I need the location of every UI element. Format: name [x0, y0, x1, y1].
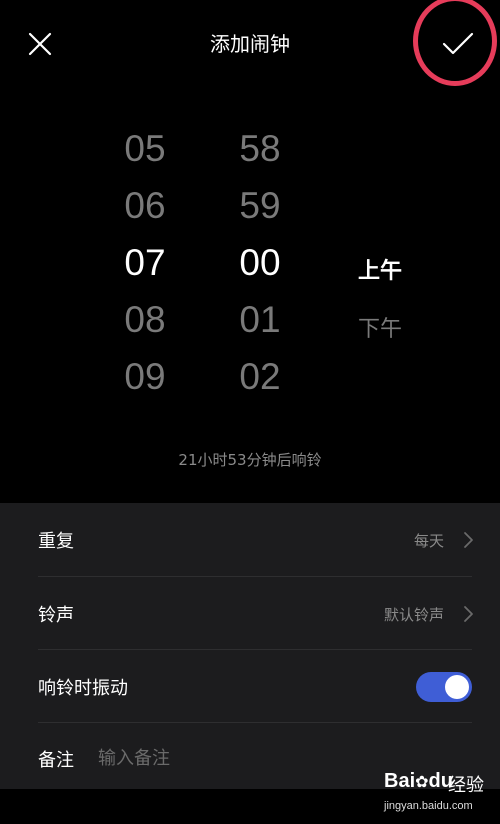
hour-option-selected[interactable]: 07	[95, 234, 195, 291]
minute-option[interactable]: 59	[210, 177, 310, 234]
am-pm-wheel[interactable]: 上午 下午	[345, 250, 415, 366]
minute-option[interactable]: 02	[210, 348, 310, 405]
minute-option[interactable]: 58	[210, 120, 310, 177]
hour-wheel[interactable]: 05 06 07 08 09	[95, 120, 195, 405]
time-picker: 05 06 07 08 09 58 59 00 01 02 上午 下午	[0, 120, 500, 420]
minute-option[interactable]: 01	[210, 291, 310, 348]
vibrate-row: 响铃时振动	[0, 650, 500, 722]
countdown-text: 21小时53分钟后响铃	[178, 451, 322, 469]
watermark-url: jingyan.baidu.com	[384, 800, 473, 812]
am-option[interactable]: 上午	[345, 250, 415, 308]
paw-icon: ✿	[415, 774, 429, 791]
confirm-button[interactable]	[440, 30, 476, 58]
repeat-value: 每天	[413, 532, 444, 550]
note-input[interactable]	[98, 748, 398, 769]
app-screen: 添加闹钟 05 06 07 08 09 58 59 00 01 02 上午 下午…	[0, 0, 500, 824]
baidu-watermark: Bai✿du 经验 jingyan.baidu.com	[384, 770, 494, 820]
hour-option[interactable]: 09	[95, 348, 195, 405]
hour-option[interactable]: 08	[95, 291, 195, 348]
toggle-knob	[445, 675, 469, 699]
vibrate-toggle[interactable]	[416, 672, 472, 702]
baidu-logo: Bai✿du	[384, 770, 453, 792]
check-icon	[442, 32, 474, 55]
chevron-right-icon	[464, 532, 473, 548]
vibrate-label: 响铃时振动	[38, 678, 128, 699]
jingyan-text: 经验	[448, 775, 484, 796]
minute-wheel[interactable]: 58 59 00 01 02	[210, 120, 310, 405]
repeat-label: 重复	[38, 531, 74, 552]
header: 添加闹钟	[0, 0, 500, 90]
repeat-row[interactable]: 重复 每天	[0, 503, 500, 575]
hour-option[interactable]: 06	[95, 177, 195, 234]
ringtone-label: 铃声	[38, 605, 74, 626]
hour-option[interactable]: 05	[95, 120, 195, 177]
note-label: 备注	[38, 750, 74, 771]
ringtone-row[interactable]: 铃声 默认铃声	[0, 577, 500, 649]
ringtone-value: 默认铃声	[383, 606, 444, 624]
pm-option[interactable]: 下午	[345, 308, 415, 366]
chevron-right-icon	[464, 606, 473, 622]
minute-option-selected[interactable]: 00	[210, 234, 310, 291]
settings-list: 重复 每天 铃声 默认铃声 响铃时振动 备注	[0, 503, 500, 789]
